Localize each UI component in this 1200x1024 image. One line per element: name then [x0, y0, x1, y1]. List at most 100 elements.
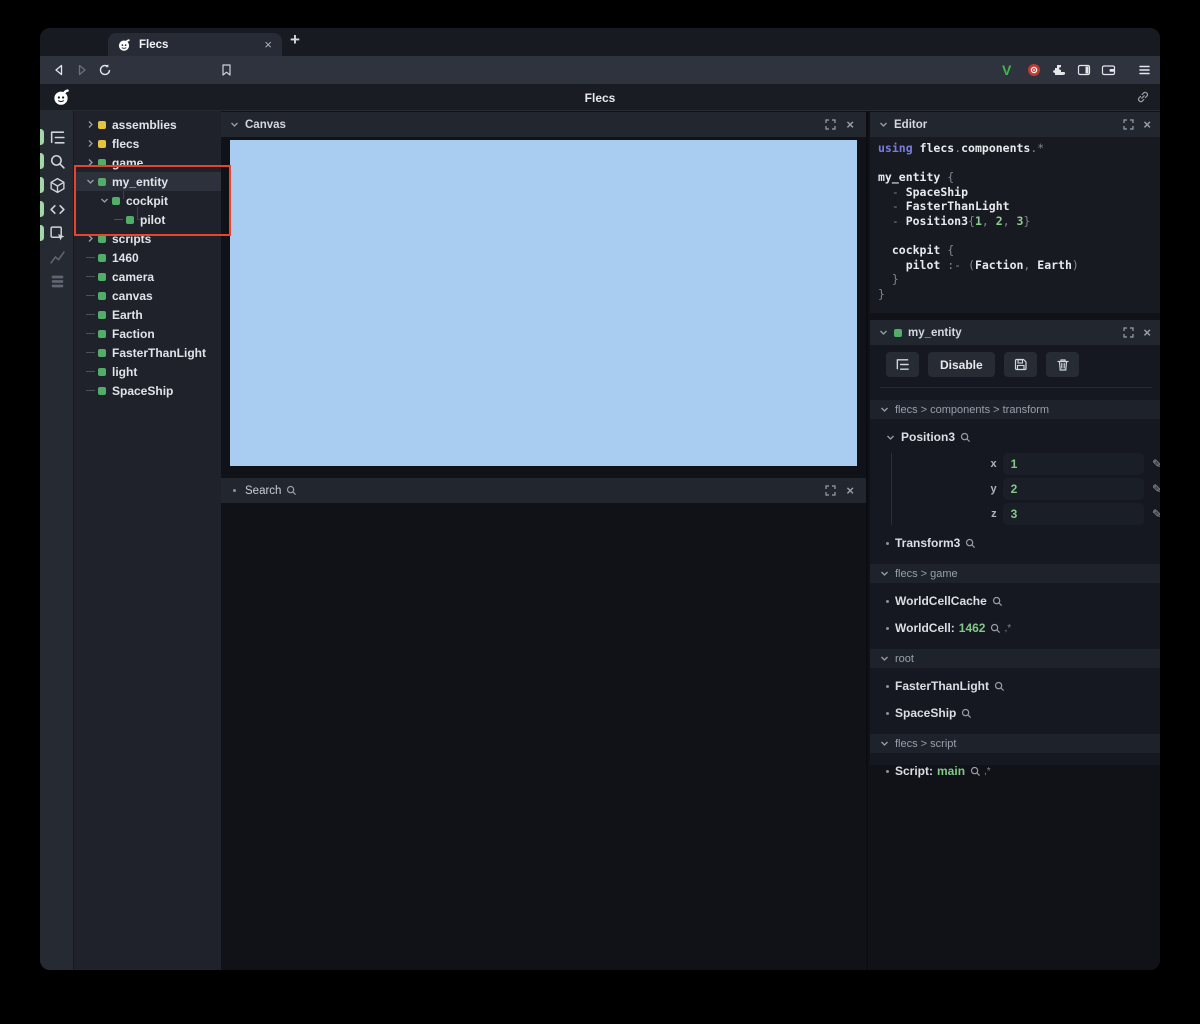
canvas-panel-icon[interactable] [49, 177, 66, 194]
chevron-down-icon[interactable] [879, 120, 888, 129]
editor-panel-icon[interactable] [49, 201, 66, 218]
search-panel-icon[interactable] [49, 153, 66, 170]
traffic-close-button[interactable] [60, 36, 72, 48]
expand-icon[interactable] [825, 485, 836, 496]
traffic-zoom-button[interactable] [96, 36, 108, 48]
edit-pencil-icon[interactable]: ✎ [1152, 457, 1160, 471]
stats-panel-icon[interactable] [49, 249, 66, 266]
tables-panel-icon[interactable] [49, 273, 66, 290]
chevron-down-icon[interactable] [879, 328, 888, 337]
disable-button[interactable]: Disable [928, 352, 995, 377]
tree-item-Faction[interactable]: Faction [74, 324, 221, 343]
tree-item-label: SpaceShip [112, 383, 174, 398]
tree-item-scripts[interactable]: scripts [74, 229, 221, 248]
close-icon[interactable]: × [1143, 117, 1151, 132]
search-icon[interactable] [965, 538, 976, 549]
tag-row-Transform3[interactable]: Transform3 [886, 534, 1160, 552]
tree-item-FasterThanLight[interactable]: FasterThanLight [74, 343, 221, 362]
close-icon[interactable]: × [846, 117, 854, 132]
tag-row-Script[interactable]: Script: main ,* [886, 762, 1160, 780]
forward-icon[interactable] [75, 63, 89, 77]
expand-icon[interactable] [1123, 327, 1134, 338]
search-icon[interactable] [960, 432, 971, 443]
row-label: WorldCellCache [895, 594, 987, 608]
bookmark-icon[interactable] [220, 63, 233, 77]
tree-item-flecs[interactable]: flecs [74, 134, 221, 153]
tab-close-icon[interactable]: × [264, 37, 272, 52]
tree-item-cockpit[interactable]: cockpit [74, 191, 221, 210]
inspector-section-header[interactable]: flecs > game [870, 564, 1160, 583]
close-icon[interactable]: × [846, 483, 854, 498]
chevron-down-icon[interactable] [230, 120, 239, 129]
search-icon[interactable] [961, 708, 972, 719]
tree-item-my_entity[interactable]: my_entity [74, 172, 221, 191]
row-label: WorldCell: [895, 621, 955, 635]
inspector-panel-icon[interactable] [49, 225, 66, 242]
traffic-minimize-button[interactable] [78, 36, 90, 48]
pair-query-link[interactable]: ,* [984, 766, 991, 777]
menu-icon[interactable] [1138, 63, 1151, 77]
pair-query-link[interactable]: ,* [1004, 623, 1011, 634]
tree-item-light[interactable]: light [74, 362, 221, 381]
tree-item-label: scripts [112, 231, 152, 246]
component-row-Position3[interactable]: Position3 [886, 428, 1160, 446]
chevron-down-icon[interactable] [84, 177, 96, 186]
back-icon[interactable] [52, 63, 66, 77]
field-value-input[interactable]: 1 [1002, 453, 1144, 475]
tree-item-pilot[interactable]: pilot [74, 210, 221, 229]
tree-item-canvas[interactable]: canvas [74, 286, 221, 305]
field-value-input[interactable]: 3 [1002, 503, 1144, 525]
search-icon[interactable] [970, 766, 981, 777]
reload-icon[interactable] [98, 63, 112, 77]
new-tab-button[interactable]: + [290, 30, 300, 50]
chevron-right-icon[interactable] [84, 139, 96, 148]
tag-row-FasterThanLight[interactable]: FasterThanLight [886, 677, 1160, 695]
save-button[interactable] [1003, 352, 1037, 377]
extension-v-icon[interactable]: V [1002, 62, 1011, 78]
tree-item-camera[interactable]: camera [74, 267, 221, 286]
extensions-puzzle-icon[interactable] [1052, 63, 1066, 77]
wallet-icon[interactable] [1101, 63, 1116, 77]
extension-red-icon[interactable] [1027, 63, 1041, 77]
edit-pencil-icon[interactable]: ✎ [1152, 482, 1160, 496]
browser-tab[interactable]: Flecs × [108, 33, 282, 56]
chevron-down-icon[interactable] [98, 196, 110, 205]
tree-leaf-dash [84, 390, 96, 391]
search-icon[interactable] [990, 623, 1001, 634]
panel-active-indicator [40, 225, 44, 241]
search-icon[interactable] [994, 681, 1005, 692]
browser-toolbar: flecs.dev/explorer/?wasm=https://www.fle… [40, 56, 1160, 108]
tree-item-Earth[interactable]: Earth [74, 305, 221, 324]
inspector-panel-title: my_entity [908, 326, 962, 339]
sidebar-toggle-icon[interactable] [1077, 63, 1091, 77]
chevron-right-icon[interactable] [84, 120, 96, 129]
inspector-section-header[interactable]: root [870, 649, 1160, 668]
chevron-right-icon[interactable] [84, 234, 96, 243]
tag-row-SpaceShip[interactable]: SpaceShip [886, 704, 1160, 722]
tree-item-1460[interactable]: 1460 [74, 248, 221, 267]
tree-view-button[interactable] [886, 352, 919, 377]
delete-button[interactable] [1045, 352, 1079, 377]
tree-panel-icon[interactable] [49, 129, 66, 146]
tree-item-game[interactable]: game [74, 153, 221, 172]
edit-pencil-icon[interactable]: ✎ [1152, 507, 1160, 521]
expand-icon[interactable] [1123, 119, 1134, 130]
tag-row-WorldCellCache[interactable]: WorldCellCache [886, 592, 1160, 610]
3d-canvas-viewport[interactable] [230, 140, 857, 466]
chevron-right-icon[interactable] [84, 158, 96, 167]
tree-item-assemblies[interactable]: assemblies [74, 115, 221, 134]
inspector-section-header[interactable]: flecs > script [870, 734, 1160, 753]
row-value: main [937, 764, 966, 778]
expand-icon[interactable] [825, 119, 836, 130]
inspector-section-header[interactable]: flecs > components > transform [870, 400, 1160, 419]
tag-row-WorldCell[interactable]: WorldCell: 1462 ,* [886, 619, 1160, 637]
tree-item-SpaceShip[interactable]: SpaceShip [74, 381, 221, 400]
field-row-z: z 3 ✎ [892, 503, 1160, 525]
search-icon[interactable] [992, 596, 1003, 607]
editor-code-area[interactable]: using flecs.components.* my_entity { - S… [870, 137, 1160, 313]
browser-tab-bar: Flecs × + [40, 28, 1160, 56]
close-icon[interactable]: × [1143, 325, 1151, 340]
field-value-input[interactable]: 2 [1002, 478, 1144, 500]
entity-tree-panel: assemblies flecs game my_entity cockpit pilot… [74, 111, 221, 970]
share-link-icon[interactable] [1136, 90, 1150, 104]
